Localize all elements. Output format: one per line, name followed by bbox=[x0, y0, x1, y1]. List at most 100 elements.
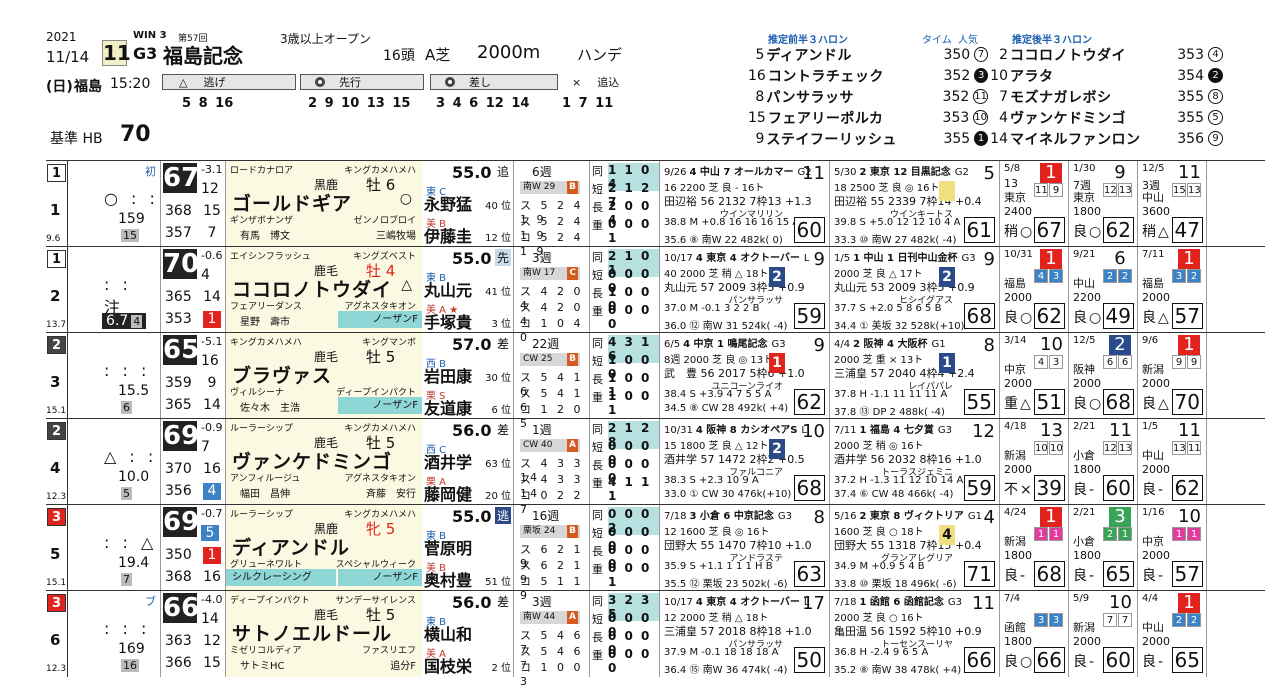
past-venue: 1 函館 6 函館記念 bbox=[859, 597, 944, 608]
jockey-name[interactable]: 丸山元 bbox=[424, 277, 472, 301]
horse-name-cell[interactable]: キングカメハメハ キングマンボ 鹿毛牡 5 ブラヴァス ヴィルシーナ ディープインパクトノ… bbox=[226, 333, 422, 419]
front3f-value: 350 bbox=[165, 547, 192, 563]
trainer-name[interactable]: 伊藤圭 bbox=[424, 223, 472, 247]
horse-name-cell[interactable]: ルーラーシップ キングカメハメハ 鹿毛牡 5 ヴァンケドミンゴ アンフィルージュ アグネス… bbox=[226, 419, 422, 505]
recent-finish: 10 bbox=[1178, 506, 1201, 527]
index-cell: 65 -5.1 16 359 9 365 14 bbox=[161, 333, 226, 419]
horse-mark: △ bbox=[401, 277, 412, 293]
past-race-cell[interactable]: 10/31 4 阪神 8 カシオペアS L 10 15 1800 芝 良 △ 12ト 酒井… bbox=[660, 419, 830, 505]
horse-name-cell[interactable]: ロードカナロア キングカメハメハ 黒鹿牡 6 ゴールドギア ○ ギンザボナンザ ゼンノロブロ… bbox=[226, 161, 422, 247]
horse-number: 2 bbox=[50, 287, 61, 305]
back3f-list: 2 ココロノトウダイ 353 4 10 アラタ 354 2 7 モズナガレボシ 355 8 4 ヴァンケド… bbox=[990, 44, 1226, 149]
past-finish: 8 bbox=[983, 335, 995, 356]
horse-row[interactable]: 1 2 13.7: : 注 6.7 4 70 -0.6 4 365 14 353 1 エイシンフラッシュ… bbox=[46, 246, 1265, 344]
position-box: 11 bbox=[1034, 183, 1048, 197]
past-race-cell[interactable]: 6/5 4 中京 1 鳴尾記念 G3 9 8週 2000 芝 良 ◎ 13ト武 豊 56… bbox=[660, 333, 830, 419]
recent-race-cell[interactable]: 10/31 1 福島 2000 良 ○ 4 3 62 bbox=[1000, 247, 1069, 333]
owner-name: サトミHC bbox=[240, 661, 285, 672]
recent-race-cell[interactable]: 9/6 1 新潟 2000 良 △ 9 9 70 bbox=[1138, 333, 1207, 419]
recent-race-cell[interactable]: 12/5 2 阪神 2000 良 ○ 6 6 68 bbox=[1069, 333, 1138, 419]
training-cell: 3週 南W 17 C ス 4 2 0 4ス 4 2 0 4コ 1 0 4 0 bbox=[514, 247, 590, 344]
trainer-name[interactable]: 奥村豊 bbox=[424, 567, 472, 591]
recent-race-cell[interactable]: 2/21 3 小倉 1800 良 - 2 1 65 bbox=[1069, 505, 1138, 591]
back3f-time: 356 bbox=[1177, 130, 1204, 147]
past-race-header: 7/18 1 函館 6 函館記念 G3 bbox=[834, 593, 962, 608]
horse-name[interactable]: ブラヴァス bbox=[232, 361, 332, 388]
past-line6: 35.2 ⑧ 南W 38 478k( +4) bbox=[834, 665, 962, 676]
horse-row[interactable]: 1 1 9.6 初 ○ : :15915 67 -3.1 12 368 15 357 7 ロードカナロア… bbox=[46, 160, 1265, 258]
past-race-cell[interactable]: 5/30 2 東京 12 目黒記念 G2 5 18 2500 芝 良 ◎ 16ト 田辺裕 … bbox=[830, 161, 1000, 247]
recent-race-cell[interactable]: 4/4 1 中山 2000 良 - 2 2 65 bbox=[1138, 591, 1207, 677]
recent-position-grid: 13 11 bbox=[1172, 441, 1201, 455]
sire-name: ディープインパクト bbox=[230, 596, 310, 606]
horse-row[interactable]: 2 3 15.1: : :15.56 65 -5.1 16 359 9 365 14 キングカメハメ… bbox=[46, 332, 1265, 430]
horse-name[interactable]: サトノエルドール bbox=[232, 619, 392, 646]
jockey-name[interactable]: 菅原明 bbox=[424, 535, 472, 559]
horse-mark: ○ bbox=[399, 191, 412, 207]
position-box: 10 bbox=[1049, 441, 1063, 455]
past-line2: 18 2500 芝 良 ◎ 16ト bbox=[834, 183, 940, 194]
past-race-cell[interactable]: 10/17 4 東京 4 オクトーバー L 17 12 2000 芝 稍 △ 18ト 三浦… bbox=[660, 591, 830, 677]
horse-name-cell[interactable]: ルーラーシップ キングカメハメハ 黒鹿牝 5 ディアンドル グリューネワルト スペシャルウ… bbox=[226, 505, 422, 591]
horse-name[interactable]: ココロノトウダイ bbox=[232, 275, 392, 302]
trainer-name[interactable]: 藤岡健 bbox=[424, 481, 472, 505]
recent-race-cell[interactable]: 1/16 10 中京 2000 良 - 1 1 57 bbox=[1138, 505, 1207, 591]
recent-going: 不 bbox=[1004, 482, 1018, 498]
past-race-cell[interactable]: 1/5 1 中山 1 日刊中山金杯 G3 9 2000 芝 良 △ 17ト 丸山元 53 … bbox=[830, 247, 1000, 333]
recent-race-cell[interactable]: 3/14 10 中京 2000 重 △ 4 3 51 bbox=[1000, 333, 1069, 419]
recent-position-grid: 77 bbox=[1103, 613, 1132, 627]
jockey-name[interactable]: 酒井学 bbox=[424, 449, 472, 473]
position-box: 2 bbox=[1103, 269, 1117, 283]
horse-name-cell[interactable]: エイシンフラッシュ キングズベスト 鹿毛牡 4 ココロノトウダイ △ フェアリーダンス アグ… bbox=[226, 247, 422, 333]
trainer-rank: 12 位 bbox=[485, 233, 511, 244]
recent-race-cell[interactable]: 7/4 函館 1800 良 ○ 3 3 66 bbox=[1000, 591, 1069, 677]
horse-name[interactable]: ディアンドル bbox=[232, 533, 350, 560]
horse-row[interactable]: 2 4 12.3 △ : :10.05 69 -0.9 7 370 16 356 4 ルーラーシップキ… bbox=[46, 418, 1265, 516]
trainer-name[interactable]: 友道康 bbox=[424, 395, 472, 419]
past-race-cell[interactable]: 4/4 2 阪神 4 大阪杯 G1 8 2000 芝 重 × 13ト 三浦皇 57 204… bbox=[830, 333, 1000, 419]
recent-race-cell[interactable]: 5/9 10 新潟 2000 良 - 7 7 60 bbox=[1069, 591, 1138, 677]
jockey-name[interactable]: 永野猛 bbox=[424, 191, 472, 215]
horse-name-cell[interactable]: ディープインパクト サンデーサイレンス 鹿毛牡 5 サトノエルドール ミゼリコルディアフ… bbox=[226, 591, 422, 677]
front3f-time: 352 bbox=[943, 67, 971, 84]
past-score: 60 bbox=[793, 217, 825, 243]
recent-race-cell[interactable]: 12/5 11 3週 中山 3600 稍 △ 15 13 47 bbox=[1138, 161, 1207, 247]
recent-race-cell[interactable]: 5/8 1 13 東京 2400 稍 ○ 11 9 67 bbox=[1000, 161, 1069, 247]
trainer-name[interactable]: 国枝栄 bbox=[424, 653, 472, 677]
past-race-cell[interactable]: 7/18 1 函館 6 函館記念 G3 11 2000 芝 良 ○ 16ト 亀田温 56 … bbox=[830, 591, 1000, 677]
past-race-cell[interactable]: 9/26 4 中山 7 オールカマー G2 11 16 2200 芝 良 - 16ト 田辺… bbox=[660, 161, 830, 247]
recent-race-cell[interactable]: 9/21 6 中山 2200 良 ○ 2 2 49 bbox=[1069, 247, 1138, 333]
recent-race-cell[interactable]: 4/24 1 新潟 1800 良 - 1 1 68 bbox=[1000, 505, 1069, 591]
recent-going: 良 bbox=[1073, 482, 1087, 498]
horse-name[interactable]: ヴァンケドミンゴ bbox=[232, 447, 392, 474]
horse-row[interactable]: 3 6 12.3 ブ: : :16916 66 -4.0 14 363 12 366 15 ディープイ… bbox=[46, 590, 1265, 688]
recent-distance: 1800 bbox=[1004, 549, 1032, 562]
recent-race-cell[interactable]: 2/21 11 小倉 1800 良 - 12 13 60 bbox=[1069, 419, 1138, 505]
recent-race-cell[interactable]: 1/30 9 7週 東京 1800 良 ○ 12 13 62 bbox=[1069, 161, 1138, 247]
position-box: 3 bbox=[1049, 269, 1063, 283]
recent-date: 9/21 bbox=[1073, 249, 1096, 260]
horse-row[interactable]: 3 5 15.1: : △ 19.47 69 -0.7 5 350 1 368 16 ルーラーシップキ… bbox=[46, 504, 1265, 602]
past-line5: 35.9 S +1.1 1 1 1 H B bbox=[664, 561, 773, 572]
race-date: 11/14 bbox=[46, 48, 90, 66]
training-cell: 3週 南W 44 A ス 5 4 6 7ス 5 4 6 7コ 1 0 0 3 bbox=[514, 591, 590, 688]
past-race-cell[interactable]: 7/11 1 福島 4 七夕賞 G3 12 2000 芝 稍 ◎ 16ト 酒井学 56 2… bbox=[830, 419, 1000, 505]
past-race-cell[interactable]: 10/17 4 東京 4 オクトーバー L 9 40 2000 芝 稍 △ 18ト 丸山元… bbox=[660, 247, 830, 333]
front3f-num: 15 bbox=[748, 109, 766, 126]
past-line5: 37.7 S +2.0 5 8 6 5 B bbox=[834, 303, 942, 314]
prediction-marks: : : △ bbox=[104, 533, 158, 552]
horse-name[interactable]: ゴールドギア bbox=[232, 189, 352, 216]
training-box: 南W 44 A bbox=[520, 611, 580, 624]
past-race-cell[interactable]: 5/16 2 東京 8 ヴィクトリア G1 4 1600 芝 良 ○ 18ト 団野大 55… bbox=[830, 505, 1000, 591]
jockey-name[interactable]: 岩田康 bbox=[424, 363, 472, 387]
jockey-name[interactable]: 横山和 bbox=[424, 621, 472, 645]
recent-race-cell[interactable]: 4/18 13 新潟 2000 不 × 10 10 39 bbox=[1000, 419, 1069, 505]
rest-weeks: 3週 bbox=[532, 595, 552, 609]
past-line6: 37.4 ⑥ CW 48 466k( -4) bbox=[834, 489, 954, 500]
trainer-name[interactable]: 手塚貴 bbox=[424, 309, 472, 333]
recent-race-cell[interactable]: 1/5 11 中山 2000 良 - 13 11 62 bbox=[1138, 419, 1207, 505]
past-venue: 1 中山 1 日刊中山金杯 bbox=[853, 253, 958, 264]
past-race-cell[interactable]: 7/18 3 小倉 6 中京記念 G3 8 12 1600 芝 良 ◎ 16ト 団野大 5… bbox=[660, 505, 830, 591]
race-day: (日) bbox=[46, 79, 73, 95]
recent-race-cell[interactable]: 7/11 1 福島 2000 良 △ 3 2 57 bbox=[1138, 247, 1207, 333]
